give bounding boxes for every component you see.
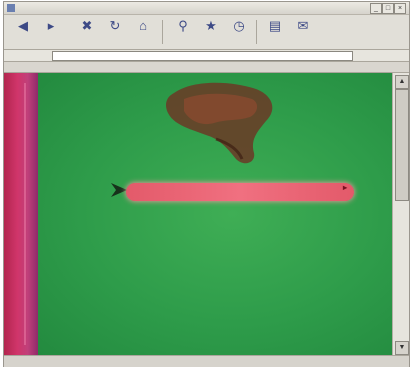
search-button[interactable]: ⚲ xyxy=(170,18,196,46)
scroll-thumb[interactable] xyxy=(395,89,409,201)
body-paragraph xyxy=(84,298,396,354)
page-content: ▸ ▲ ▼ xyxy=(4,73,409,355)
history-icon: ◷ xyxy=(233,18,245,33)
stop-icon: ✖ xyxy=(81,18,93,33)
stop-button[interactable]: ✖ xyxy=(74,18,100,46)
maximize-button[interactable]: □ xyxy=(382,3,394,14)
title-bar: _ □ × xyxy=(4,2,409,15)
minimize-button[interactable]: _ xyxy=(370,3,382,14)
home-button[interactable]: ⌂ xyxy=(130,18,156,46)
banner-end-mark: ▸ xyxy=(343,183,348,192)
browser-app-icon xyxy=(7,4,15,12)
links-bar xyxy=(4,62,409,73)
back-arrow-icon: ◀ xyxy=(18,18,28,33)
favorites-icon: ★ xyxy=(205,18,217,33)
status-bar xyxy=(4,355,409,367)
favorites-button[interactable]: ★ xyxy=(198,18,224,46)
page-logo-icon xyxy=(166,82,273,164)
address-bar xyxy=(4,50,409,62)
toolbar-separator xyxy=(256,20,257,44)
mail-icon: ✉ xyxy=(297,18,309,33)
home-icon: ⌂ xyxy=(139,18,147,33)
scroll-up-icon[interactable]: ▲ xyxy=(395,75,409,89)
navigation-toolbar: ◀ ▸ ✖ ↻ ⌂ ⚲ ★ ◷ ▤ ✉ xyxy=(4,15,409,50)
back-button[interactable]: ◀ xyxy=(10,18,36,46)
scroll-down-icon[interactable]: ▼ xyxy=(395,341,409,355)
sidebar-vertical-text xyxy=(8,89,32,339)
print-button[interactable]: ▤ xyxy=(262,18,288,46)
address-input[interactable] xyxy=(52,51,353,61)
close-button[interactable]: × xyxy=(394,3,406,14)
banner-bar xyxy=(126,183,354,201)
mail-button[interactable]: ✉ xyxy=(290,18,316,46)
vertical-scrollbar[interactable]: ▲ ▼ xyxy=(392,73,409,355)
print-icon: ▤ xyxy=(268,18,282,33)
search-icon: ⚲ xyxy=(178,18,188,33)
toolbar-separator xyxy=(162,20,163,44)
refresh-icon: ↻ xyxy=(109,18,121,33)
browser-window: _ □ × ◀ ▸ ✖ ↻ ⌂ ⚲ ★ ◷ ▤ ✉ ▸ ▲ ▼ xyxy=(4,2,409,367)
forward-arrow-icon: ▸ xyxy=(47,18,55,33)
history-button[interactable]: ◷ xyxy=(226,18,252,46)
forward-button[interactable]: ▸ xyxy=(38,18,64,46)
refresh-button[interactable]: ↻ xyxy=(102,18,128,46)
page-sidebar xyxy=(4,73,38,355)
